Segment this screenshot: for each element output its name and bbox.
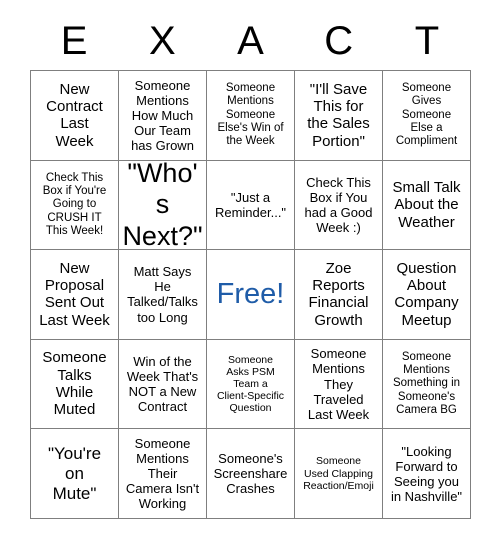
bingo-cell-r5c5[interactable]: "Looking Forward to Seeing you in Nashvi… xyxy=(383,429,471,519)
bingo-cell-text: "I'll Save This for the Sales Portion" xyxy=(307,80,370,150)
bingo-cell-text: Someone Used Clapping Reaction/Emoji xyxy=(303,455,374,492)
bingo-row: Someone Talks While Muted Win of the Wee… xyxy=(31,339,471,430)
bingo-cell-r3c5[interactable]: Question About Company Meetup xyxy=(383,250,471,340)
bingo-cell-r2c4[interactable]: Check This Box if You had a Good Week :) xyxy=(295,160,383,251)
bingo-cell-r1c4[interactable]: "I'll Save This for the Sales Portion" xyxy=(295,71,383,161)
bingo-cell-r3c4[interactable]: Zoe Reports Financial Growth xyxy=(295,250,383,340)
header-letter-3: A xyxy=(237,19,264,63)
bingo-cell-r4c1[interactable]: Someone Talks While Muted xyxy=(31,339,119,430)
bingo-cell-r4c3[interactable]: Someone Asks PSM Team a Client-Specific … xyxy=(207,339,295,430)
bingo-cell-text: Someone Gives Someone Else a Compliment xyxy=(395,81,458,148)
bingo-header-row: E X A C T xyxy=(30,14,471,70)
bingo-cell-text: Check This Box if You had a Good Week :) xyxy=(304,174,373,235)
header-letter-4: C xyxy=(324,19,354,63)
header-letter-5: T xyxy=(414,19,440,63)
bingo-cell-text: Someone Mentions Something in Someone's … xyxy=(392,350,461,417)
bingo-cell-text: New Contract Last Week xyxy=(46,80,103,150)
bingo-cell-r4c4[interactable]: Someone Mentions They Traveled Last Week xyxy=(295,339,383,430)
bingo-cell-r5c1[interactable]: "You're on Mute" xyxy=(31,429,119,519)
bingo-row: New Contract Last Week Someone Mentions … xyxy=(31,71,471,161)
bingo-cell-text: "You're on Mute" xyxy=(47,444,102,503)
bingo-grid: New Contract Last Week Someone Mentions … xyxy=(30,70,471,519)
bingo-cell-r4c2[interactable]: Win of the Week That's NOT a New Contrac… xyxy=(119,339,207,430)
bingo-cell-text: Someone Mentions Someone Else's Win of t… xyxy=(217,81,284,148)
bingo-cell-r2c5[interactable]: Small Talk About the Weather xyxy=(383,160,471,251)
bingo-cell-r5c4[interactable]: Someone Used Clapping Reaction/Emoji xyxy=(295,429,383,519)
bingo-cell-text: "Just a Reminder..." xyxy=(214,189,287,220)
bingo-cell-r1c1[interactable]: New Contract Last Week xyxy=(31,71,119,161)
bingo-cell-r1c5[interactable]: Someone Gives Someone Else a Compliment xyxy=(383,71,471,161)
bingo-cell-text: New Proposal Sent Out Last Week xyxy=(39,259,110,329)
bingo-cell-r1c3[interactable]: Someone Mentions Someone Else's Win of t… xyxy=(207,71,295,161)
bingo-cell-text: Small Talk About the Weather xyxy=(392,178,461,231)
bingo-cell-text: Zoe Reports Financial Growth xyxy=(308,259,369,329)
bingo-cell-r2c2[interactable]: "Who's Next?" xyxy=(119,160,207,251)
bingo-row: Check This Box if You're Going to CRUSH … xyxy=(31,160,471,251)
bingo-cell-text: Check This Box if You're Going to CRUSH … xyxy=(42,171,107,237)
header-letter-2: X xyxy=(148,19,176,63)
header-letter-1: E xyxy=(60,19,88,63)
bingo-cell-r5c3[interactable]: Someone's Screenshare Crashes xyxy=(207,429,295,519)
bingo-cell-free-space[interactable]: Free! xyxy=(207,250,295,340)
bingo-cell-text: "Who's Next?" xyxy=(122,160,203,251)
bingo-cell-text: Someone's Screenshare Crashes xyxy=(213,451,288,497)
bingo-cell-text: Someone Mentions How Much Our Team has G… xyxy=(131,77,194,153)
bingo-cell-r4c5[interactable]: Someone Mentions Something in Someone's … xyxy=(383,339,471,430)
bingo-cell-r2c1[interactable]: Check This Box if You're Going to CRUSH … xyxy=(31,160,119,251)
bingo-cell-r5c2[interactable]: Someone Mentions Their Camera Isn't Work… xyxy=(119,429,207,519)
bingo-cell-r3c1[interactable]: New Proposal Sent Out Last Week xyxy=(31,250,119,340)
bingo-cell-text: Someone Talks While Muted xyxy=(42,349,107,419)
bingo-cell-text: Matt Says He Talked/Talks too Long xyxy=(127,264,198,325)
bingo-cell-r3c2[interactable]: Matt Says He Talked/Talks too Long xyxy=(119,250,207,340)
bingo-cell-text: "Looking Forward to Seeing you in Nashvi… xyxy=(390,443,463,504)
bingo-cell-r2c3[interactable]: "Just a Reminder..." xyxy=(207,160,295,251)
bingo-cell-text: Someone Mentions They Traveled Last Week xyxy=(307,346,370,422)
bingo-cell-text: Someone Mentions Their Camera Isn't Work… xyxy=(125,435,200,512)
bingo-row: New Proposal Sent Out Last Week Matt Say… xyxy=(31,250,471,340)
bingo-cell-text: Someone Asks PSM Team a Client-Specific … xyxy=(216,353,285,415)
bingo-cell-text: Question About Company Meetup xyxy=(394,259,459,329)
bingo-card: E X A C T New Contract Last Week Someone… xyxy=(30,14,471,519)
bingo-row: "You're on Mute" Someone Mentions Their … xyxy=(31,429,471,519)
bingo-cell-text: Win of the Week That's NOT a New Contrac… xyxy=(126,353,199,415)
bingo-cell-r1c2[interactable]: Someone Mentions How Much Our Team has G… xyxy=(119,71,207,161)
bingo-cell-text: Free! xyxy=(216,277,285,310)
